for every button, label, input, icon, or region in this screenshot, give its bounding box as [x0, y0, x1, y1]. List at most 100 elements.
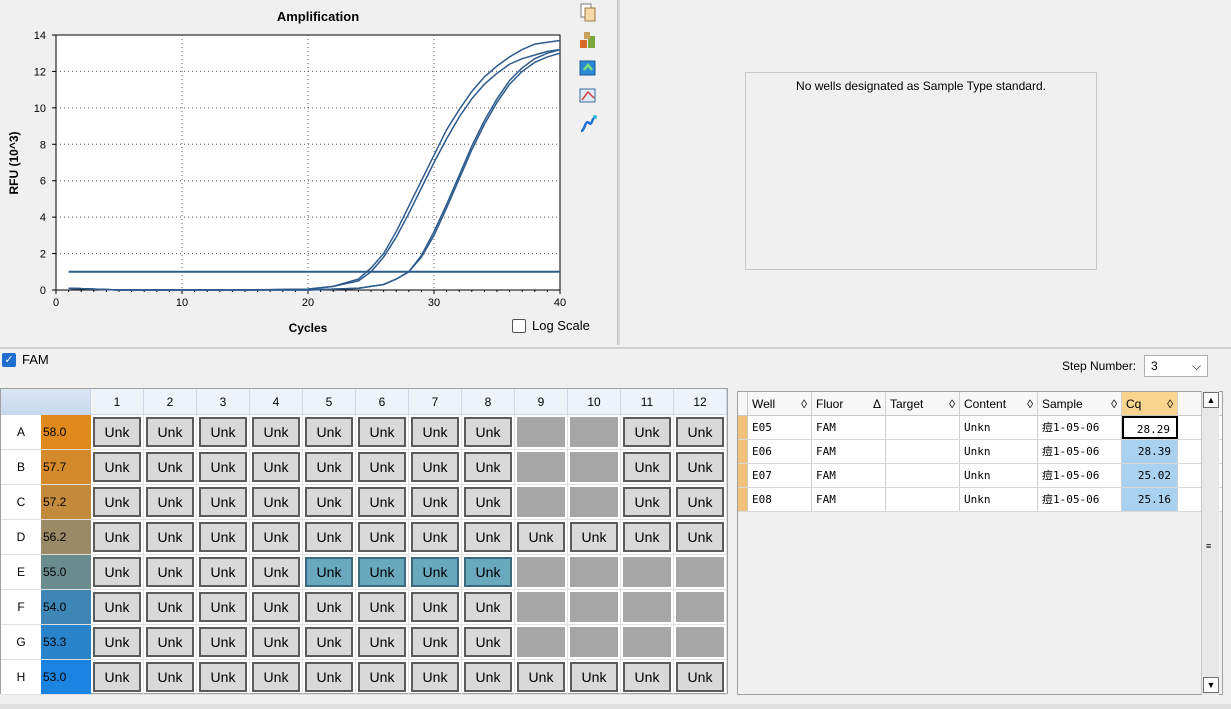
plate-well[interactable]: Unk [91, 590, 144, 625]
plate-well[interactable]: Unk [91, 520, 144, 555]
well-E4[interactable]: Unk [252, 557, 300, 587]
well-B1[interactable]: Unk [93, 452, 141, 482]
well-D7[interactable]: Unk [411, 522, 459, 552]
well-E11[interactable] [623, 557, 671, 587]
copy-icon[interactable] [578, 2, 598, 22]
table-row[interactable]: E05 FAM Unkn 痘1-05-06 28.29 [738, 416, 1222, 440]
scroll-grip-icon[interactable]: ≡ [1206, 541, 1211, 551]
panel-splitter[interactable] [617, 0, 620, 345]
plate-column-header[interactable]: 12 [674, 389, 727, 415]
plate-well[interactable]: Unk [568, 660, 621, 695]
plate-well[interactable] [568, 590, 621, 625]
well-H9[interactable]: Unk [517, 662, 565, 692]
plate-column-header[interactable]: 1 [91, 389, 144, 415]
plate-column-header[interactable]: 5 [303, 389, 356, 415]
plate-row-header[interactable]: A [1, 415, 41, 450]
plate-well[interactable] [568, 450, 621, 485]
row-selector[interactable] [738, 440, 748, 463]
cell-cq[interactable]: 28.29 [1122, 416, 1178, 439]
cell-cq[interactable]: 28.39 [1122, 440, 1178, 463]
plate-well[interactable]: Unk [250, 555, 303, 590]
log-scale-checkbox[interactable] [512, 318, 526, 333]
plate-column-header[interactable]: 10 [568, 389, 621, 415]
column-header-target[interactable]: Target ◊ [886, 392, 960, 415]
plate-well[interactable]: Unk [621, 660, 674, 695]
well-D3[interactable]: Unk [199, 522, 247, 552]
well-H4[interactable]: Unk [252, 662, 300, 692]
plate-row-header[interactable]: E [1, 555, 41, 590]
cell-well[interactable]: E05 [748, 416, 812, 439]
plate-column-header[interactable]: 4 [250, 389, 303, 415]
table-row[interactable]: E06 FAM Unkn 痘1-05-06 28.39 [738, 440, 1222, 464]
well-D12[interactable]: Unk [676, 522, 724, 552]
well-D9[interactable]: Unk [517, 522, 565, 552]
plate-well[interactable]: Unk [409, 555, 462, 590]
table-row[interactable]: E07 FAM Unkn 痘1-05-06 25.02 [738, 464, 1222, 488]
plate-well[interactable]: Unk [356, 450, 409, 485]
well-A6[interactable]: Unk [358, 417, 406, 447]
plate-well[interactable]: Unk [674, 450, 727, 485]
plate-well[interactable] [568, 485, 621, 520]
plate-column-header[interactable]: 8 [462, 389, 515, 415]
plate-well[interactable]: Unk [621, 415, 674, 450]
well-B9[interactable] [517, 452, 565, 482]
plate-corner[interactable] [1, 389, 91, 415]
scroll-top-icon[interactable]: ▲ [1203, 392, 1219, 408]
well-C8[interactable]: Unk [464, 487, 512, 517]
cell-sample[interactable]: 痘1-05-06 [1038, 416, 1122, 439]
well-A2[interactable]: Unk [146, 417, 194, 447]
well-G10[interactable] [570, 627, 618, 657]
well-A5[interactable]: Unk [305, 417, 353, 447]
well-G4[interactable]: Unk [252, 627, 300, 657]
plate-well[interactable]: Unk [250, 485, 303, 520]
well-F9[interactable] [517, 592, 565, 622]
plate-well[interactable]: Unk [674, 485, 727, 520]
plate-well[interactable]: Unk [303, 450, 356, 485]
well-G1[interactable]: Unk [93, 627, 141, 657]
cell-cq[interactable]: 25.16 [1122, 488, 1178, 511]
plate-well[interactable]: Unk [250, 625, 303, 660]
plate-column-header[interactable]: 2 [144, 389, 197, 415]
plate-well[interactable]: Unk [515, 660, 568, 695]
well-E3[interactable]: Unk [199, 557, 247, 587]
plate-well[interactable]: Unk [303, 415, 356, 450]
plate-row-header[interactable]: F [1, 590, 41, 625]
plate-well[interactable]: Unk [303, 625, 356, 660]
plate-well[interactable]: Unk [250, 450, 303, 485]
plate-well[interactable]: Unk [462, 415, 515, 450]
plate-well[interactable]: Unk [91, 450, 144, 485]
well-G7[interactable]: Unk [411, 627, 459, 657]
plate-well[interactable]: Unk [91, 485, 144, 520]
well-B4[interactable]: Unk [252, 452, 300, 482]
chart-settings-icon[interactable] [578, 86, 598, 106]
plate-well[interactable]: Unk [356, 555, 409, 590]
plate-well[interactable] [568, 625, 621, 660]
plate-well[interactable]: Unk [144, 450, 197, 485]
well-E9[interactable] [517, 557, 565, 587]
cell-target[interactable] [886, 488, 960, 511]
well-A4[interactable]: Unk [252, 417, 300, 447]
well-F12[interactable] [676, 592, 724, 622]
well-H11[interactable]: Unk [623, 662, 671, 692]
well-E5[interactable]: Unk [305, 557, 353, 587]
well-B2[interactable]: Unk [146, 452, 194, 482]
well-D10[interactable]: Unk [570, 522, 618, 552]
plate-row-header[interactable]: H [1, 660, 41, 695]
sort-icon[interactable]: Δ [873, 392, 881, 415]
plate-well[interactable]: Unk [303, 660, 356, 695]
column-header-content[interactable]: Content ◊ [960, 392, 1038, 415]
well-B7[interactable]: Unk [411, 452, 459, 482]
well-D5[interactable]: Unk [305, 522, 353, 552]
well-B8[interactable]: Unk [464, 452, 512, 482]
plate-well[interactable]: Unk [356, 415, 409, 450]
plate-well[interactable]: Unk [250, 415, 303, 450]
plate-well[interactable]: Unk [462, 625, 515, 660]
plate-well[interactable]: Unk [144, 660, 197, 695]
cell-sample[interactable]: 痘1-05-06 [1038, 464, 1122, 487]
plate-well[interactable]: Unk [409, 415, 462, 450]
plate-column-header[interactable]: 3 [197, 389, 250, 415]
scroll-down-icon[interactable]: ▼ [1203, 677, 1219, 693]
plate-well[interactable]: Unk [197, 415, 250, 450]
well-F5[interactable]: Unk [305, 592, 353, 622]
well-C2[interactable]: Unk [146, 487, 194, 517]
